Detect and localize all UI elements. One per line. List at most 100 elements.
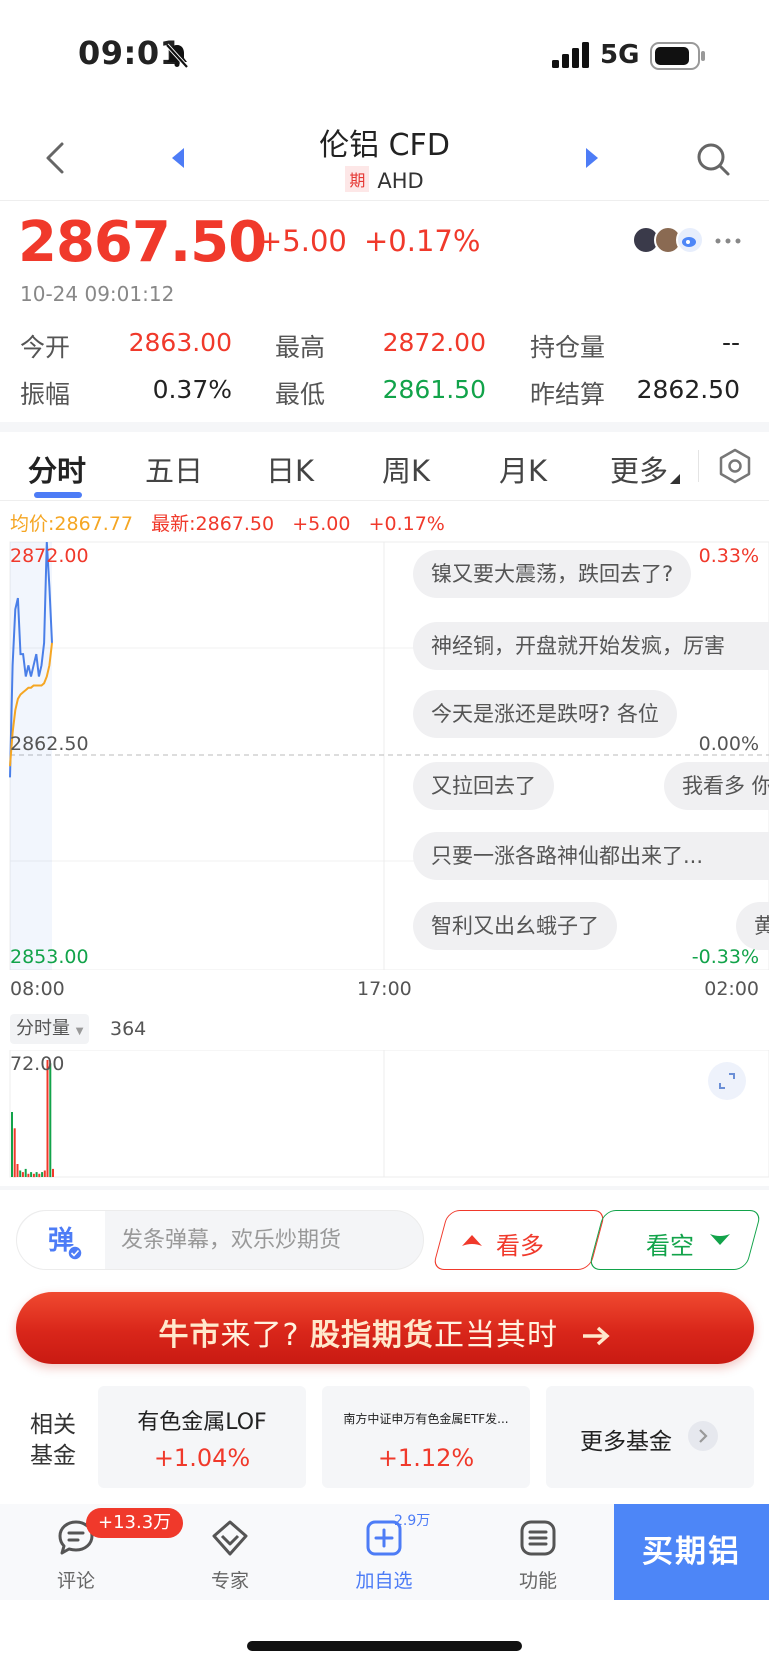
arrow-up-icon — [462, 1235, 482, 1246]
bell-muted-icon — [165, 43, 189, 68]
danmaku-toggle[interactable]: 弹 — [17, 1211, 105, 1269]
buy-button[interactable]: 买期铝 — [614, 1504, 769, 1600]
volume-bar — [38, 1173, 41, 1178]
promo-banner-text: 牛市来了? 股指期货正当其时 — [16, 1310, 754, 1354]
fund-change: +1.04% — [153, 1444, 251, 1472]
tab-intraday[interactable]: 分时 — [28, 448, 86, 490]
bear-label: 看空 — [646, 1232, 694, 1260]
chart-grid — [9, 541, 769, 970]
dropdown-corner-icon — [670, 474, 680, 484]
volume-bar — [24, 1168, 27, 1177]
tab-monthly-k[interactable]: 月K — [499, 448, 547, 490]
volume-bar — [27, 1173, 30, 1178]
fund-name: 有色金属LOF — [137, 1410, 267, 1435]
dropdown-icon: ▼ — [75, 1026, 84, 1037]
volume-bar — [13, 1128, 16, 1178]
x-label-start: 08:00 — [10, 978, 65, 1000]
volume-bar — [11, 1112, 13, 1177]
danmaku-bubble[interactable]: 智利又出幺蛾子了 — [413, 902, 617, 950]
danmaku-bubble[interactable]: 镍又要大震荡，跌回去了? — [413, 550, 692, 598]
stat-value-low: 2861.50 — [382, 375, 486, 404]
tab-more[interactable]: 更多 — [610, 448, 668, 490]
nav-experts[interactable]: 专家 — [190, 1514, 270, 1594]
battery-icon — [650, 42, 705, 70]
tabs-divider — [0, 500, 769, 501]
home-indicator — [247, 1641, 522, 1651]
tab-divider — [698, 450, 699, 482]
volume-bar — [21, 1172, 24, 1177]
legend-change-pct: +0.17% — [368, 513, 445, 535]
last-price: 2867.50 — [18, 210, 267, 275]
banner-text: 牛市 — [158, 1318, 221, 1353]
tab-daily-k[interactable]: 日K — [266, 448, 314, 490]
nav-label: 专家 — [210, 1570, 249, 1592]
more-funds-button[interactable]: 更多基金 — [546, 1386, 754, 1488]
latest-price: 最新:2867.50 — [151, 513, 275, 535]
stat-label-open-interest: 持仓量 — [530, 333, 606, 362]
volume-bar — [30, 1172, 33, 1177]
stat-label-open: 今开 — [20, 333, 71, 362]
search-icon[interactable] — [694, 140, 734, 180]
volume-selector[interactable]: 分时量 ▼ — [10, 1014, 90, 1044]
volume-bar — [32, 1173, 35, 1178]
intraday-price-chart[interactable] — [0, 540, 769, 970]
tab-five-day[interactable]: 五日 — [145, 448, 203, 490]
danmaku-bubble[interactable]: 只要一涨各路神仙都出来了... — [413, 832, 769, 880]
y-pct-min: -0.33% — [691, 946, 759, 968]
banner-text: 正当其时 — [434, 1318, 558, 1353]
volume-chart[interactable] — [0, 1050, 769, 1178]
volume-label: 分时量 — [16, 1018, 70, 1039]
more-icon[interactable] — [714, 236, 742, 246]
y-pct-ref: 0.00% — [698, 733, 759, 755]
danmaku-bubble[interactable]: 又拉回去了 — [413, 762, 554, 810]
y-label-min: 2853.00 — [10, 946, 89, 968]
stat-label-high: 最高 — [275, 333, 326, 362]
fund-change: +1.12% — [377, 1444, 475, 1472]
settings-icon[interactable] — [718, 448, 752, 484]
quote-timestamp: 10-24 09:01:12 — [20, 282, 175, 306]
stat-label-amplitude: 振幅 — [20, 380, 71, 409]
tab-weekly-k[interactable]: 周K — [382, 448, 430, 490]
page-title: 伦铝 CFD — [319, 128, 450, 163]
nav-label: 功能 — [518, 1570, 557, 1592]
volume-frame — [9, 1050, 769, 1178]
danmaku-bubble[interactable]: 神经铜，开盘就开始发疯，厉害 — [413, 622, 769, 670]
comment-count-badge: +13.3万 — [86, 1508, 184, 1538]
danmaku-bubble[interactable]: 我看多 你 — [664, 762, 769, 810]
volume-bar — [35, 1172, 38, 1177]
signal-icon — [552, 42, 589, 68]
volume-bar — [49, 1063, 52, 1178]
related-funds-label: 相关基金 — [30, 1412, 76, 1469]
check-badge-icon — [67, 1245, 83, 1261]
volume-bar — [43, 1170, 46, 1177]
menu-icon — [520, 1520, 556, 1556]
section-separator — [0, 422, 769, 432]
chevron-right-icon — [688, 1421, 718, 1451]
volume-bar — [16, 1164, 19, 1177]
y-label-ref: 2862.50 — [10, 733, 89, 755]
banner-text: 股指期货 — [310, 1318, 434, 1353]
nav-label: 评论 — [56, 1570, 95, 1592]
fund-card[interactable]: 南方中证申万有色金属ETF发... +1.12% — [322, 1386, 530, 1488]
danmaku-bubble[interactable]: 今天是涨还是跌呀? 各位 — [413, 690, 677, 738]
next-contract-icon[interactable] — [582, 146, 602, 170]
banner-text: 来了? — [220, 1318, 310, 1353]
expand-button[interactable] — [708, 1062, 746, 1100]
bull-label: 看多 — [496, 1232, 544, 1260]
volume-value: 364 — [110, 1018, 147, 1040]
fund-card[interactable]: 有色金属LOF +1.04% — [98, 1386, 306, 1488]
network-label: 5G — [600, 40, 640, 70]
expand-icon — [719, 1073, 735, 1089]
stat-value-high: 2872.00 — [382, 328, 486, 357]
volume-bar — [41, 1172, 44, 1177]
nav-label: 加自选 — [355, 1570, 413, 1592]
danmaku-input[interactable]: 弹 发条弹幕，欢乐炒期货 — [16, 1210, 424, 1270]
stat-value-prev-settle: 2862.50 — [636, 375, 740, 404]
y-label-max: 2872.00 — [10, 545, 89, 567]
section-separator — [0, 1186, 769, 1190]
price-change-pct: +0.17% — [364, 224, 481, 258]
nav-functions[interactable]: 功能 — [498, 1514, 578, 1594]
community-avatars[interactable] — [632, 226, 708, 254]
weibo-icon — [676, 226, 704, 254]
header-divider — [0, 200, 769, 201]
